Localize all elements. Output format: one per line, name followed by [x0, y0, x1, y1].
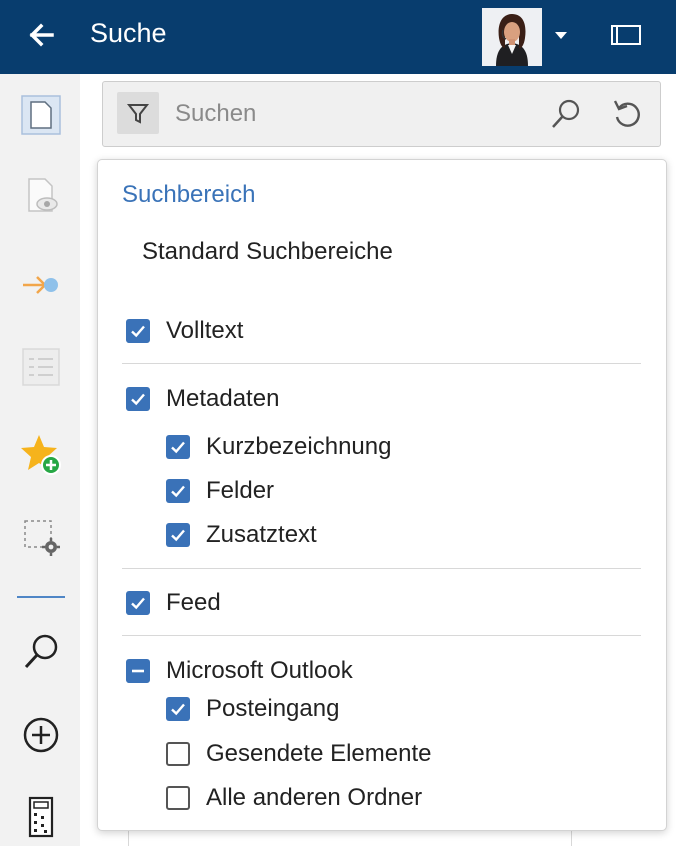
- checkmark-icon: [131, 325, 145, 338]
- window-icon: [611, 25, 641, 45]
- user-menu-button[interactable]: [551, 26, 571, 44]
- search-button[interactable]: [548, 96, 584, 132]
- arrow-target-icon: [23, 276, 58, 294]
- scope-item-label: Alle anderen Ordner: [206, 784, 423, 811]
- search-input[interactable]: [173, 96, 527, 132]
- rail-selection-settings-button[interactable]: [16, 512, 66, 562]
- scope-separator: [122, 568, 641, 569]
- checkbox-kurzbezeichnung[interactable]: [166, 435, 190, 459]
- rail-calculator-button[interactable]: [16, 792, 66, 842]
- scope-item-microsoft-outlook[interactable]: Microsoft Outlook: [126, 654, 353, 688]
- arrow-left-icon: [29, 23, 54, 47]
- rail-preview-button[interactable]: [16, 170, 66, 220]
- scope-item-label: Kurzbezeichnung: [206, 433, 392, 460]
- checkbox-microsoft-outlook[interactable]: [126, 659, 150, 683]
- scope-separator: [122, 363, 641, 364]
- checkmark-icon: [171, 529, 185, 542]
- back-button[interactable]: [22, 14, 66, 58]
- scope-preset[interactable]: Standard Suchbereiche: [142, 238, 393, 266]
- rail-search-button[interactable]: [16, 626, 66, 676]
- scope-item-label: Felder: [206, 477, 275, 504]
- checkmark-icon: [171, 703, 185, 716]
- caret-down-icon: [555, 32, 567, 39]
- scope-item-gesendete-elemente[interactable]: Gesendete Elemente: [166, 737, 431, 771]
- scope-separator: [122, 635, 641, 636]
- rail-favorite-add-button[interactable]: [16, 430, 66, 480]
- checkmark-icon: [171, 485, 185, 498]
- search-icon: [552, 99, 580, 128]
- window-button[interactable]: [606, 21, 646, 49]
- app-header: Suche: [0, 0, 676, 74]
- scope-item-kurzbezeichnung[interactable]: Kurzbezeichnung: [166, 430, 391, 464]
- add-circle-icon: [23, 717, 59, 753]
- rail-add-button[interactable]: [16, 710, 66, 760]
- checkbox-felder[interactable]: [166, 479, 190, 503]
- checkmark-icon: [171, 441, 185, 454]
- checkmark-icon: [131, 393, 145, 406]
- reset-icon: [613, 100, 640, 127]
- scope-item-label: Feed: [166, 589, 221, 616]
- reset-button[interactable]: [609, 96, 645, 132]
- selection-settings-icon: [24, 520, 60, 556]
- page-title: Suche: [90, 18, 167, 48]
- checkbox-volltext[interactable]: [126, 319, 150, 343]
- checkbox-metadaten[interactable]: [126, 387, 150, 411]
- scope-item-label: Metadaten: [166, 385, 280, 412]
- calculator-icon: [28, 796, 54, 838]
- search-scope-popup: Suchbereich Standard Suchbereiche Vollte…: [97, 159, 667, 831]
- checkbox-gesendete-elemente[interactable]: [166, 742, 190, 766]
- rail-divider: [17, 596, 65, 598]
- user-avatar[interactable]: [482, 8, 542, 66]
- rail-document-button[interactable]: [16, 90, 66, 140]
- filter-button[interactable]: [117, 92, 159, 134]
- minus-icon: [132, 669, 144, 673]
- scope-item-label: Volltext: [166, 317, 244, 344]
- list-icon: [22, 348, 60, 386]
- scope-item-felder[interactable]: Felder: [166, 474, 274, 508]
- search-bar: [102, 81, 661, 147]
- filter-icon: [126, 104, 150, 124]
- scope-item-metadaten[interactable]: Metadaten: [126, 382, 279, 416]
- checkbox-alle-anderen-ordner[interactable]: [166, 786, 190, 810]
- checkbox-zusatztext[interactable]: [166, 523, 190, 547]
- scope-item-volltext[interactable]: Volltext: [126, 314, 243, 348]
- checkbox-posteingang[interactable]: [166, 697, 190, 721]
- scope-item-label: Microsoft Outlook: [166, 657, 353, 684]
- scope-item-label: Zusatztext: [206, 521, 317, 548]
- document-icon: [21, 95, 61, 135]
- scope-item-label: Gesendete Elemente: [206, 740, 432, 767]
- scope-item-label: Posteingang: [206, 695, 340, 722]
- checkbox-feed[interactable]: [126, 591, 150, 615]
- rail-list-button[interactable]: [16, 342, 66, 392]
- scope-title: Suchbereich: [122, 181, 256, 208]
- document-preview-icon: [28, 178, 58, 212]
- checkmark-icon: [131, 597, 145, 610]
- search-icon: [24, 634, 58, 669]
- rail-forward-button[interactable]: [16, 260, 66, 310]
- scope-item-posteingang[interactable]: Posteingang: [166, 692, 339, 726]
- star-add-icon: [21, 435, 61, 475]
- scope-item-zusatztext[interactable]: Zusatztext: [166, 518, 317, 552]
- scope-item-feed[interactable]: Feed: [126, 586, 221, 620]
- side-toolbar: [0, 74, 80, 846]
- scope-item-alle-anderen-ordner[interactable]: Alle anderen Ordner: [166, 781, 422, 815]
